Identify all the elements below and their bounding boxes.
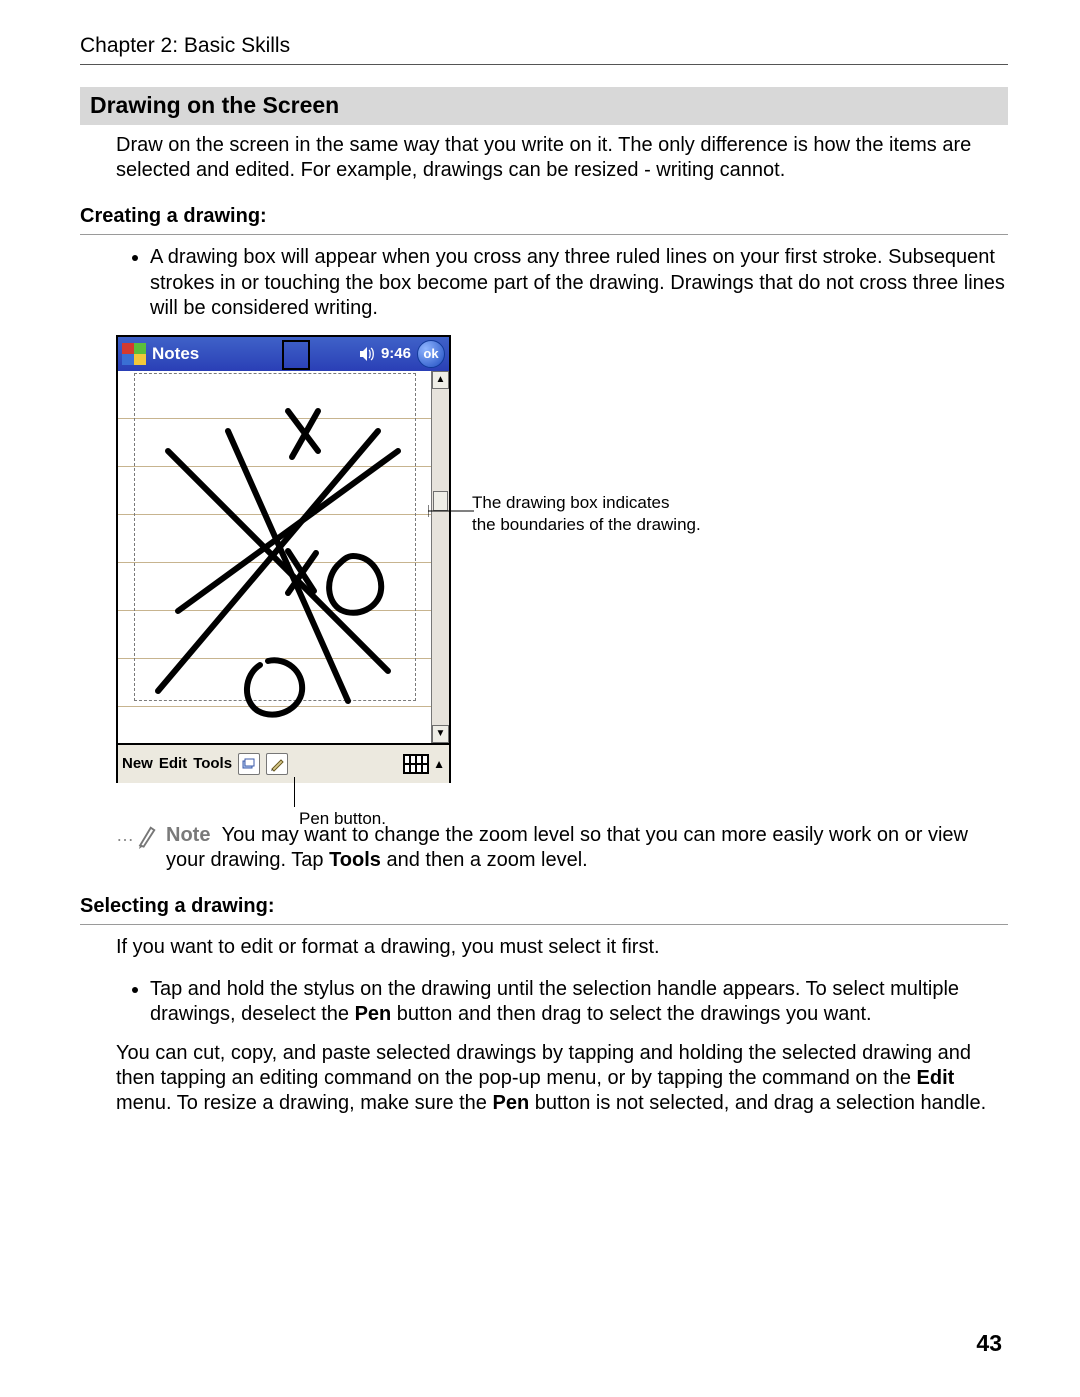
record-icon[interactable] — [238, 753, 260, 775]
clock-time: 9:46 — [381, 345, 411, 362]
subheading-creating: Creating a drawing: — [80, 205, 1008, 235]
ok-button[interactable]: ok — [417, 340, 445, 368]
callout-line-box — [428, 503, 474, 519]
note-icon: … — [116, 823, 156, 849]
speaker-icon[interactable] — [359, 347, 375, 361]
bullet-selecting: Tap and hold the stylus on the drawing u… — [150, 977, 1008, 1027]
ink-drawing — [118, 371, 431, 743]
command-bar: New Edit Tools ▲ — [118, 743, 449, 783]
sip-keyboard-icon[interactable] — [403, 754, 429, 774]
pen-button[interactable] — [266, 753, 288, 775]
subheading-selecting: Selecting a drawing: — [80, 895, 1008, 925]
menu-new[interactable]: New — [122, 755, 153, 772]
menu-tools[interactable]: Tools — [193, 755, 232, 772]
sip-arrow-icon[interactable]: ▲ — [433, 758, 445, 770]
intro-paragraph: Draw on the screen in the same way that … — [116, 133, 1008, 183]
callout-drawing-box: The drawing box indicates the boundaries… — [472, 492, 832, 536]
selecting-para2: You can cut, copy, and paste selected dr… — [80, 1041, 1008, 1117]
callout-pen-button: Pen button. — [299, 809, 386, 829]
drawing-canvas[interactable]: ▲ ▼ — [118, 371, 449, 743]
selecting-intro: If you want to edit or format a drawing,… — [80, 935, 1008, 960]
section-heading: Drawing on the Screen — [80, 87, 1008, 125]
vertical-scrollbar[interactable]: ▲ ▼ — [431, 371, 449, 743]
note-block: … Note You may want to change the zoom l… — [80, 823, 1008, 873]
callout-line-pen — [294, 777, 295, 807]
figure-notes-app: Notes 9:46 ok — [116, 335, 1008, 815]
running-head: Chapter 2: Basic Skills — [80, 34, 1008, 65]
scroll-up-button[interactable]: ▲ — [432, 371, 449, 389]
page-number: 43 — [976, 1330, 1002, 1357]
app-title: Notes — [152, 344, 199, 364]
note-label: Note — [166, 824, 216, 846]
menu-edit[interactable]: Edit — [159, 755, 187, 772]
start-flag-icon[interactable] — [122, 343, 146, 365]
device-frame: Notes 9:46 ok — [116, 335, 451, 783]
bullet-creating: A drawing box will appear when you cross… — [150, 245, 1008, 321]
scroll-down-button[interactable]: ▼ — [432, 725, 449, 743]
note-text-b: and then a zoom level. — [381, 849, 588, 871]
note-tools-bold: Tools — [329, 849, 381, 871]
